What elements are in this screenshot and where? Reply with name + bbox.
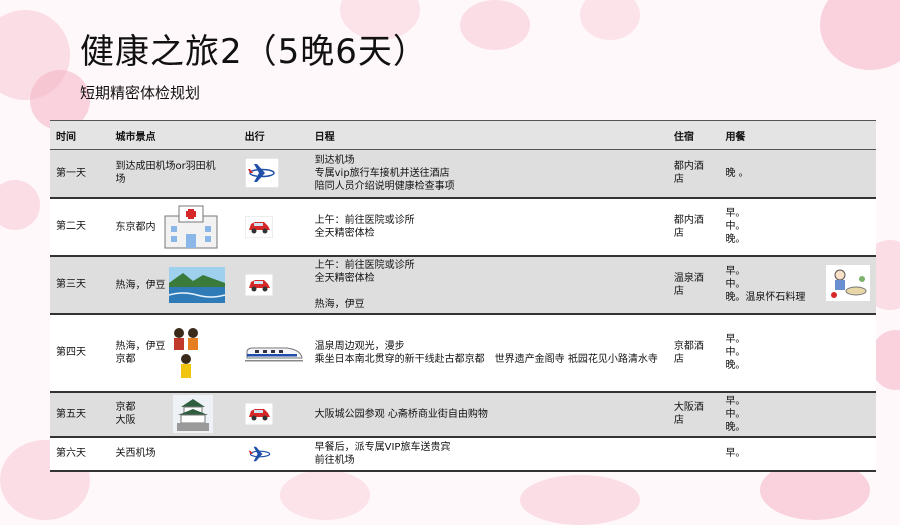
transport-cell <box>238 391 309 437</box>
day-cell: 第二天 <box>50 197 110 256</box>
table-row: 第一天 到达成田机场or羽田机场 到达机场 专属vip旅行车接机并送往酒店 陪同… <box>50 149 876 198</box>
header-schedule: 日程 <box>308 120 668 150</box>
header-hotel: 住宿 <box>667 120 720 150</box>
table-row: 第五天 京都 大阪 大阪城公园参观 心斋桥商业街自由购物 大阪酒店 早。 中。 … <box>50 391 876 437</box>
car-icon <box>244 215 273 238</box>
meals-cell: 早。 中。 晚。 <box>719 197 876 256</box>
city-label: 热海，伊豆 京都 <box>115 340 166 365</box>
geisha-illustration-icon <box>173 327 198 378</box>
day-cell: 第五天 <box>50 391 110 437</box>
day-cell: 第三天 <box>50 255 110 314</box>
schedule-cell: 到达机场 专属vip旅行车接机并送往酒店 陪同人员介绍说明健康检查事项 <box>308 149 668 198</box>
day-cell: 第六天 <box>50 436 110 471</box>
hospital-icon <box>164 205 218 248</box>
schedule-cell: 上午：前往医院或诊所 全天精密体检 热海，伊豆 <box>308 255 668 314</box>
header-time: 时间 <box>50 120 110 150</box>
city-cell: 东京都内 <box>109 197 239 256</box>
schedule-cell: 大阪城公园参观 心斋桥商业街自由购物 <box>308 391 668 437</box>
transport-cell <box>238 436 309 471</box>
itinerary-table: 时间 城市景点 出行 日程 住宿 用餐 第一天 到达成田机场or羽田机场 到达机… <box>50 120 876 472</box>
hotel-cell: 大阪酒店 <box>667 391 720 437</box>
city-label: 热海，伊豆 <box>115 279 166 291</box>
hotel-cell <box>667 436 720 471</box>
table-row: 第二天 东京都内 上午：前往医院或诊所 全天精密体检 都内酒店 早。 中。 晚。 <box>50 197 876 256</box>
city-cell: 京都 大阪 <box>109 391 239 437</box>
table-header-row: 时间 城市景点 出行 日程 住宿 用餐 <box>50 120 876 150</box>
osaka-castle-icon <box>172 395 213 433</box>
transport-cell <box>238 255 309 314</box>
table-row: 第四天 热海，伊豆 京都 温泉周边观光，漫步 乘坐日本南北贯穿的新干线赴古都京都… <box>50 313 876 392</box>
transport-cell <box>238 197 309 256</box>
transport-cell <box>238 149 309 198</box>
seaside-photo-icon <box>168 266 225 303</box>
table-row: 第六天 关西机场 早餐后，派专属VIP旅车送贵宾 前往机场 早。 <box>50 436 876 471</box>
city-label: 京都 大阪 <box>115 402 136 426</box>
page-title: 健康之旅2（5晚6天） <box>80 32 428 72</box>
schedule-cell: 温泉周边观光，漫步 乘坐日本南北贯穿的新干线赴古都京都 世界遗产金阁寺 祇园花见… <box>308 313 668 392</box>
day-cell: 第四天 <box>50 313 110 392</box>
schedule-cell: 上午：前往医院或诊所 全天精密体检 <box>308 197 668 256</box>
airplane-icon <box>248 446 270 461</box>
schedule-cell: 早餐后，派专属VIP旅车送贵宾 前往机场 <box>308 436 668 471</box>
city-cell: 热海，伊豆 <box>109 255 239 314</box>
car-icon <box>244 273 273 296</box>
table-row: 第三天 热海，伊豆 上午：前往医院或诊所 全天精密体检 热海，伊豆 温泉酒店 早… <box>50 255 876 314</box>
meals-cell: 早。 中。 晚。 <box>719 391 876 437</box>
hotel-cell: 都内酒店 <box>667 197 720 256</box>
hotel-cell: 京都酒店 <box>667 313 720 392</box>
bullet-train-icon <box>244 347 303 361</box>
header-meals: 用餐 <box>719 120 876 150</box>
city-cell: 热海，伊豆 京都 <box>109 313 239 392</box>
page-subtitle: 短期精密体检规划 <box>80 84 201 102</box>
kaiseki-meal-icon <box>826 265 870 301</box>
hotel-cell: 都内酒店 <box>667 149 720 198</box>
transport-cell <box>238 313 309 392</box>
car-icon <box>244 403 273 425</box>
airplane-icon <box>244 158 279 189</box>
meals-cell: 早。 中。 晚。温泉怀石料理 <box>719 255 876 314</box>
city-cell: 关西机场 <box>109 436 239 471</box>
meals-cell: 早。 中。 晚。 <box>719 313 876 392</box>
city-cell: 到达成田机场or羽田机场 <box>109 149 239 198</box>
meals-cell: 早。 <box>719 436 876 471</box>
header-city: 城市景点 <box>109 120 239 150</box>
city-label: 东京都内 <box>115 221 156 233</box>
day-cell: 第一天 <box>50 149 110 198</box>
hotel-cell: 温泉酒店 <box>667 255 720 314</box>
meals-label: 早。 中。 晚。温泉怀石料理 <box>725 266 806 303</box>
meals-cell: 晚 。 <box>719 149 876 198</box>
header-transport: 出行 <box>238 120 309 150</box>
